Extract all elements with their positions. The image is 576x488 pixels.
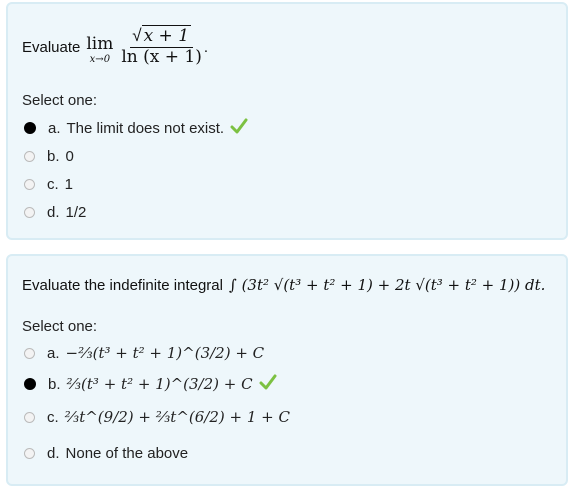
check-icon: [230, 118, 248, 138]
radio-unselected[interactable]: [24, 347, 35, 359]
q1-option-b[interactable]: b. 0: [24, 146, 74, 166]
q2-option-b[interactable]: b. ⅔(t³ + t² + 1)^(3/2) + C: [24, 374, 277, 394]
question-card-2: Evaluate the indefinite integral ∫ (3t² …: [6, 254, 568, 486]
option-text: 1/2: [65, 203, 87, 221]
q2-option-a[interactable]: a. −⅔(t³ + t² + 1)^(3/2) + C: [24, 343, 264, 363]
option-text: None of the above: [65, 444, 189, 462]
radio-unselected[interactable]: [24, 411, 35, 423]
select-one-label: Select one:: [22, 318, 98, 335]
select-one-label: Select one:: [22, 92, 98, 109]
q2-option-d[interactable]: d. None of the above: [24, 443, 188, 463]
limit-fraction: √ x + 1 ln (x + 1): [121, 25, 202, 67]
radio-unselected[interactable]: [24, 150, 35, 162]
check-icon: [259, 374, 277, 394]
q2-option-c[interactable]: c. ⅔t^(9/2) + ⅔t^(6/2) + 1 + C: [24, 407, 290, 427]
option-text: 1: [64, 175, 74, 193]
integral-expression: ∫ (3t² √(t³ + t² + 1) + 2t √(t³ + t² + 1…: [228, 276, 546, 294]
radio-unselected[interactable]: [24, 447, 35, 459]
radio-unselected[interactable]: [24, 206, 35, 218]
limit-operator: lim x→0: [86, 34, 114, 66]
q1-option-a[interactable]: a. The limit does not exist.: [24, 118, 248, 138]
radio-selected[interactable]: [24, 122, 36, 134]
question-1-text: Evaluate lim x→0 √ x + 1 ln (x + 1) .: [22, 25, 209, 67]
radio-unselected[interactable]: [24, 178, 35, 190]
radio-selected[interactable]: [24, 378, 36, 390]
question-1-prefix: Evaluate: [22, 38, 81, 56]
question-2-text: Evaluate the indefinite integral ∫ (3t² …: [22, 270, 545, 300]
question-card-1: Evaluate lim x→0 √ x + 1 ln (x + 1) . Sel…: [6, 2, 568, 240]
option-text: −⅔(t³ + t² + 1)^(3/2) + C: [65, 344, 265, 362]
q1-option-c[interactable]: c. 1: [24, 174, 73, 194]
option-text: The limit does not exist.: [66, 119, 225, 137]
option-text: ⅔t^(9/2) + ⅔t^(6/2) + 1 + C: [64, 408, 290, 426]
question-2-prefix: Evaluate the indefinite integral: [22, 276, 223, 294]
option-text: 0: [65, 147, 74, 165]
q1-option-d[interactable]: d. 1/2: [24, 202, 86, 222]
option-text: ⅔(t³ + t² + 1)^(3/2) + C: [66, 375, 253, 393]
